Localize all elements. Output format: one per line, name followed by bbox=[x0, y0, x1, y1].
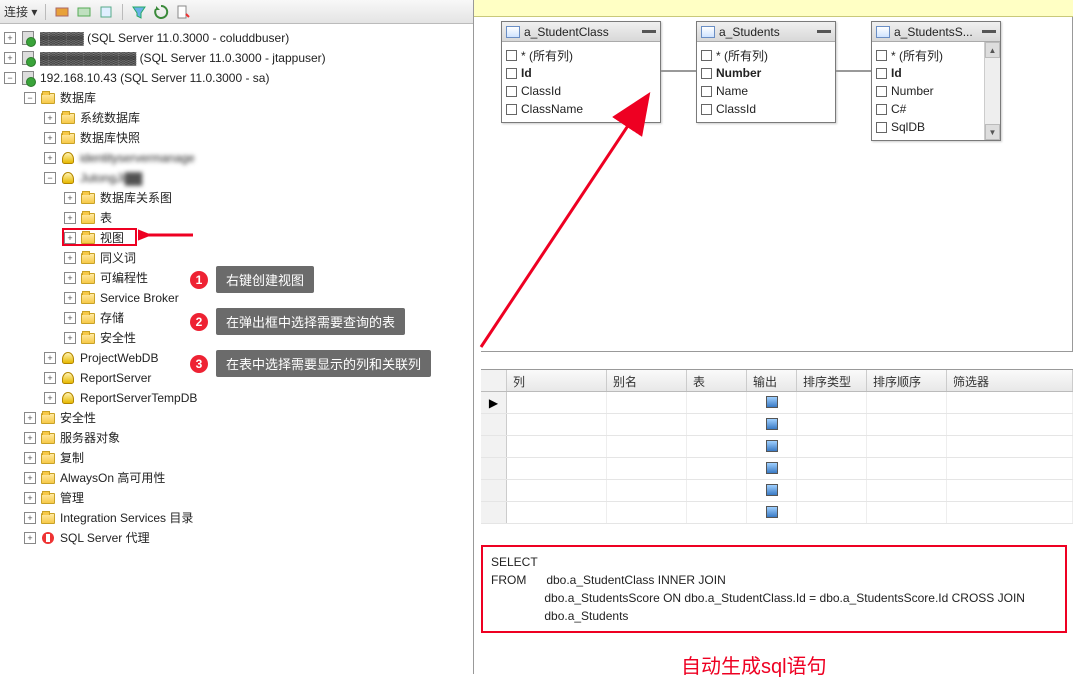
refresh-icon[interactable] bbox=[153, 4, 169, 20]
filter-icon[interactable] bbox=[131, 4, 147, 20]
column-checkbox[interactable] bbox=[876, 122, 887, 133]
designer-header bbox=[474, 0, 1073, 17]
column-checkbox[interactable] bbox=[876, 68, 887, 79]
server-node[interactable]: +▓▓▓▓▓▓▓▓▓▓▓ (SQL Server 11.0.3000 - jta… bbox=[0, 48, 473, 68]
col-header[interactable]: 列 bbox=[507, 370, 607, 391]
tree-node[interactable]: +服务器对象 bbox=[0, 428, 473, 448]
object-explorer-pane: 连接 ▾ +▓▓▓▓▓ (SQL Server 11.0.3000 - colu… bbox=[0, 0, 474, 674]
tree-node[interactable]: +数据库关系图 bbox=[0, 188, 473, 208]
column-checkbox[interactable] bbox=[876, 86, 887, 97]
column-checkbox[interactable] bbox=[701, 104, 712, 115]
column-checkbox[interactable] bbox=[701, 50, 712, 61]
col-header[interactable]: 筛选器 bbox=[947, 370, 1073, 391]
db-node[interactable]: +ReportServerTempDB bbox=[0, 388, 473, 408]
output-checkbox[interactable] bbox=[766, 506, 778, 518]
arrow-icon bbox=[471, 87, 661, 357]
db-node[interactable]: +identityservermanage bbox=[0, 148, 473, 168]
table-icon bbox=[876, 26, 890, 38]
table-title: a_StudentsS... bbox=[894, 25, 978, 39]
col-header[interactable]: 排序类型 bbox=[797, 370, 867, 391]
server-node[interactable]: +▓▓▓▓▓ (SQL Server 11.0.3000 - coluddbus… bbox=[0, 28, 473, 48]
minimize-icon[interactable] bbox=[817, 30, 831, 33]
column-checkbox[interactable] bbox=[876, 50, 887, 61]
stop-icon[interactable] bbox=[98, 4, 114, 20]
tree-node[interactable]: +AlwaysOn 高可用性 bbox=[0, 468, 473, 488]
annotation-label: 自动生成sql语句 bbox=[681, 650, 827, 679]
tree-node[interactable]: +同义词 bbox=[0, 248, 473, 268]
callout-3: 3在表中选择需要显示的列和关联列 bbox=[190, 350, 431, 377]
tree-node[interactable]: +复制 bbox=[0, 448, 473, 468]
table-title: a_Students bbox=[719, 25, 813, 39]
tables-node[interactable]: +表 bbox=[0, 208, 473, 228]
scrollbar[interactable]: ▲▼ bbox=[984, 42, 1000, 140]
connect-button[interactable]: 连接 ▾ bbox=[4, 3, 37, 20]
sql-line: dbo.a_Students bbox=[491, 607, 1057, 625]
column-checkbox[interactable] bbox=[506, 104, 517, 115]
table-icon bbox=[506, 26, 520, 38]
column-checkbox[interactable] bbox=[876, 104, 887, 115]
column-checkbox[interactable] bbox=[701, 68, 712, 79]
databases-node[interactable]: −数据库 bbox=[0, 88, 473, 108]
explorer-toolbar: 连接 ▾ bbox=[0, 0, 473, 24]
output-checkbox[interactable] bbox=[766, 440, 778, 452]
connect-icon[interactable] bbox=[54, 4, 70, 20]
output-checkbox[interactable] bbox=[766, 418, 778, 430]
grid-row[interactable] bbox=[481, 458, 1073, 480]
grid-row[interactable] bbox=[481, 414, 1073, 436]
col-header[interactable]: 输出 bbox=[747, 370, 797, 391]
grid-row[interactable]: ▶ bbox=[481, 392, 1073, 414]
col-header[interactable]: 表 bbox=[687, 370, 747, 391]
output-checkbox[interactable] bbox=[766, 462, 778, 474]
column-checkbox[interactable] bbox=[506, 86, 517, 97]
view-designer-pane: a_StudentClass * (所有列) Id ClassId ClassN… bbox=[474, 0, 1073, 674]
minimize-icon[interactable] bbox=[982, 30, 996, 33]
relation-line[interactable] bbox=[661, 70, 696, 72]
sql-line: FROM dbo.a_StudentClass INNER JOIN bbox=[491, 571, 1057, 589]
table-icon bbox=[701, 26, 715, 38]
tree-node[interactable]: +数据库快照 bbox=[0, 128, 473, 148]
table-window-studentsscore[interactable]: a_StudentsS... * (所有列) Id Number C# SqlD… bbox=[871, 21, 1001, 141]
grid-row[interactable] bbox=[481, 502, 1073, 524]
minimize-icon[interactable] bbox=[642, 30, 656, 33]
grid-header: 列 别名 表 输出 排序类型 排序顺序 筛选器 bbox=[481, 370, 1073, 392]
relation-line[interactable] bbox=[836, 70, 871, 72]
callout-1: 1右键创建视图 bbox=[190, 266, 314, 293]
sql-line: SELECT bbox=[491, 553, 1057, 571]
callout-2: 2在弹出框中选择需要查询的表 bbox=[190, 308, 405, 335]
output-checkbox[interactable] bbox=[766, 484, 778, 496]
criteria-grid[interactable]: 列 别名 表 输出 排序类型 排序顺序 筛选器 ▶ bbox=[481, 369, 1073, 544]
column-checkbox[interactable] bbox=[701, 86, 712, 97]
table-title: a_StudentClass bbox=[524, 25, 638, 39]
grid-row[interactable] bbox=[481, 480, 1073, 502]
col-header[interactable]: 排序顺序 bbox=[867, 370, 947, 391]
db-node[interactable]: −JutongJi▓▓ bbox=[0, 168, 473, 188]
table-window-students[interactable]: a_Students * (所有列) Number Name ClassId bbox=[696, 21, 836, 123]
tree-node[interactable]: +系统数据库 bbox=[0, 108, 473, 128]
views-node[interactable]: +视图 bbox=[0, 228, 473, 248]
table-window-studentclass[interactable]: a_StudentClass * (所有列) Id ClassId ClassN… bbox=[501, 21, 661, 123]
disconnect-icon[interactable] bbox=[76, 4, 92, 20]
tree-node[interactable]: +SQL Server 代理 bbox=[0, 528, 473, 548]
script-icon[interactable] bbox=[175, 4, 191, 20]
server-node[interactable]: −192.168.10.43 (SQL Server 11.0.3000 - s… bbox=[0, 68, 473, 88]
output-checkbox[interactable] bbox=[766, 396, 778, 408]
tree-node[interactable]: +管理 bbox=[0, 488, 473, 508]
column-checkbox[interactable] bbox=[506, 68, 517, 79]
tree-node[interactable]: +Integration Services 目录 bbox=[0, 508, 473, 528]
diagram-area[interactable]: a_StudentClass * (所有列) Id ClassId ClassN… bbox=[481, 17, 1073, 352]
sql-pane[interactable]: SELECT FROM dbo.a_StudentClass INNER JOI… bbox=[481, 545, 1067, 633]
grid-row[interactable] bbox=[481, 436, 1073, 458]
column-checkbox[interactable] bbox=[506, 50, 517, 61]
col-header[interactable]: 别名 bbox=[607, 370, 687, 391]
tree-node[interactable]: +安全性 bbox=[0, 408, 473, 428]
sql-line: dbo.a_StudentsScore ON dbo.a_StudentClas… bbox=[491, 589, 1057, 607]
